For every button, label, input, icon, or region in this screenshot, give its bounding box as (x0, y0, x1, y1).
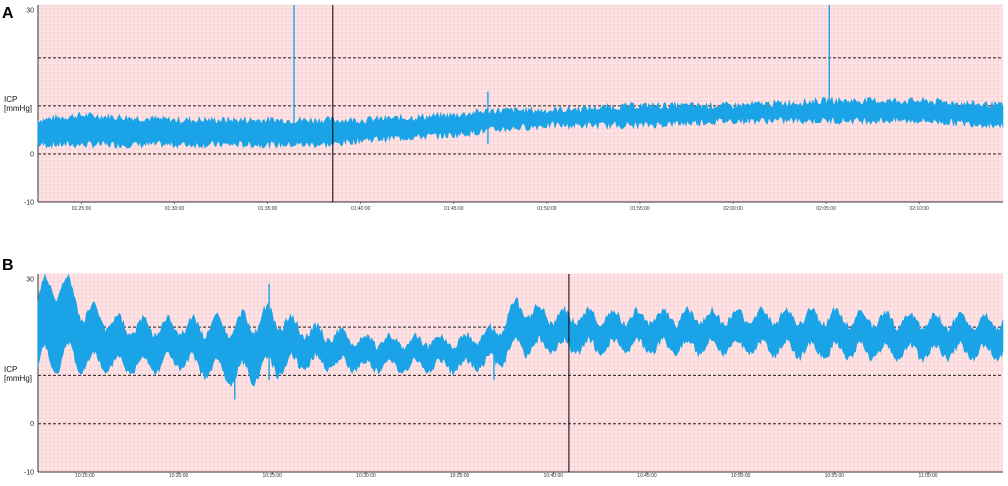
panel-b-y-axis-label: [mmHg] (4, 374, 32, 383)
panel-b-x-tick-label: 10:55:00 (825, 473, 845, 479)
panel-b-label: B (2, 257, 14, 274)
panel-a-x-tick-label: 02:00:00 (723, 206, 743, 212)
panel-a-x-tick-label: 01:55:00 (630, 206, 650, 212)
panel-a-x-tick-label: 01:50:00 (537, 206, 557, 212)
panel-b-y-tick-label: -10 (24, 470, 34, 477)
panel-a-label: A (2, 5, 14, 22)
panel-a-x-tick-label: 01:35:00 (258, 206, 278, 212)
icp-figure: 30 0 -10 ICP [mmHg] 01:25:00 01:30:00 01:35:00 0… (0, 0, 1008, 486)
panel-a-y-tick-label: -10 (24, 200, 34, 207)
panel-b-x-tick-label: 10:25:00 (262, 473, 282, 479)
panel-a-x-tick-label: 01:45:00 (444, 206, 464, 212)
panel-b-x-tick-label: 11:00:00 (919, 473, 938, 479)
panel-b-x-tick-label: 10:35:00 (450, 473, 470, 479)
panel-b-y-axis-label: ICP (4, 365, 17, 374)
panel-b-x-tick-label: 10:45:00 (637, 473, 657, 479)
icp-figure-svg: 300-10ICP[mmHg]01:25:00 01:30:00 01:35:00 0… (2, 4, 1004, 479)
panel-a-y-tick-label: 30 (26, 7, 34, 14)
panel-a-y-axis-label: [mmHg] (4, 104, 32, 113)
panel-a-x-tick-label: 01:40:00 (351, 206, 371, 212)
panel-a-y-axis-label: ICP (4, 95, 17, 104)
panel-a-x-tick-label: 01:25:00 (72, 206, 92, 212)
panel-b-y-tick-label: 0 (30, 421, 34, 428)
panel-a-y-tick-label: 0 (30, 151, 34, 158)
panel-a-x-tick-label: 01:30:00 (165, 206, 185, 212)
panel-b-x-tick-label: 10:30:00 (356, 473, 376, 479)
panel-b-x-tick-label: 10:50:00 (731, 473, 751, 479)
panel-b-x-tick-label: 10:20:00 (169, 473, 189, 479)
panel-a-x-tick-label: 02:05:00 (816, 206, 836, 212)
panel-a-x-tick-label: 02:10:00 (909, 206, 929, 212)
panel-b-y-tick-label: 30 (26, 276, 34, 283)
panel-b-x-tick-label: 10:15:00 (75, 473, 95, 479)
panel-b-x-tick-label: 10:40:00 (544, 473, 564, 479)
